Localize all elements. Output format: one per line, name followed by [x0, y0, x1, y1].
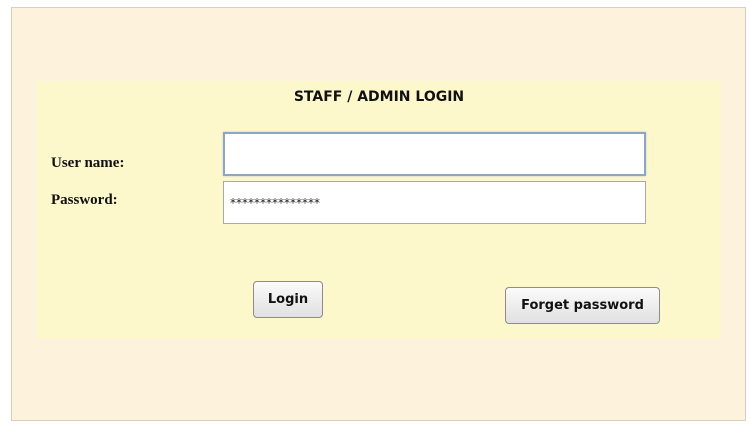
- password-input[interactable]: [223, 181, 646, 224]
- login-button[interactable]: Login: [253, 281, 323, 318]
- login-title: STAFF / ADMIN LOGIN: [293, 89, 465, 105]
- login-panel: STAFF / ADMIN LOGIN User name: Password:…: [37, 81, 721, 338]
- window-background: STAFF / ADMIN LOGIN User name: Password:…: [11, 7, 746, 421]
- username-input[interactable]: [223, 132, 646, 176]
- forget-password-button[interactable]: Forget password: [505, 287, 660, 324]
- username-label: User name:: [51, 155, 125, 171]
- password-label: Password:: [51, 192, 118, 208]
